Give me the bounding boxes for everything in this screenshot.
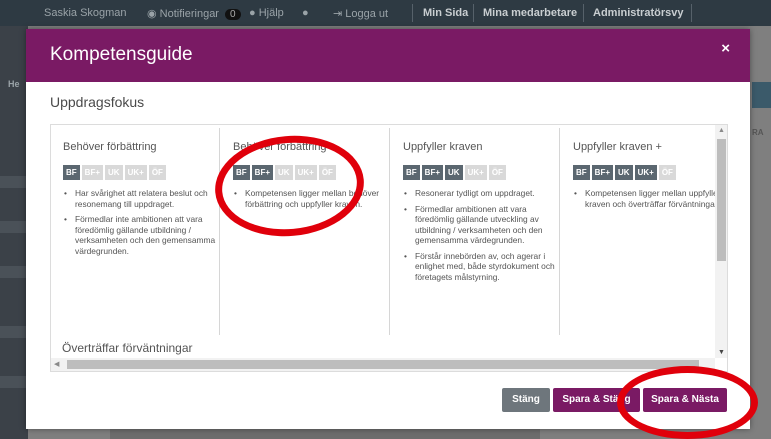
notifications-count-badge: 0 — [225, 9, 241, 20]
divider — [473, 4, 474, 22]
rating-column-bf: Behöver förbättring BFBF+UKUK+ÖF Har svå… — [51, 128, 220, 335]
logout-label: Logga ut — [345, 8, 389, 20]
scroll-up-icon[interactable]: ▲ — [718, 127, 725, 134]
list-item: Förstår innebörden av, och agerar i enli… — [403, 251, 559, 283]
left-sidebar: He — [0, 26, 28, 439]
sidebar-item[interactable] — [0, 376, 28, 388]
horizontal-scrollbar[interactable]: ◀ — [51, 358, 715, 371]
list-item: Resonerar tydligt om uppdraget. — [403, 188, 559, 199]
list-item: Förmedlar inte ambitionen att vara föred… — [63, 214, 219, 256]
scroll-left-icon[interactable]: ◀ — [54, 360, 59, 368]
chip-bf-plus[interactable]: BF+ — [251, 165, 274, 180]
chip-bf[interactable]: BF — [63, 165, 80, 180]
chip-bf-plus[interactable]: BF+ — [421, 165, 444, 180]
chip-of[interactable]: ÖF — [488, 165, 506, 180]
modal-header: Kompetensguide × — [26, 29, 750, 82]
criteria-list: Resonerar tydligt om uppdraget. Förmedla… — [403, 188, 559, 287]
column-title: Behöver förbättring — [63, 141, 157, 153]
scroll-down-icon[interactable]: ▼ — [718, 349, 725, 356]
next-level-title: Överträffar förväntningar — [62, 341, 193, 355]
chip-bf-plus[interactable]: BF+ — [591, 165, 614, 180]
modal-title: Kompetensguide — [50, 44, 193, 65]
sidebar-tab[interactable]: He — [8, 79, 20, 89]
chip-uk-plus[interactable]: UK+ — [634, 165, 657, 180]
bell-icon: ◉ — [147, 8, 157, 20]
list-item: Har svårighet att relatera beslut och re… — [63, 188, 219, 209]
criteria-list: Har svårighet att relatera beslut och re… — [63, 188, 219, 261]
logout-link[interactable]: ⇥ Logga ut — [333, 7, 388, 20]
chip-uk[interactable]: UK — [275, 165, 293, 180]
list-item: Kompetensen ligger mellan uppfyller krav… — [573, 188, 723, 209]
help-link[interactable]: ● Hjälp — [249, 7, 284, 19]
close-button[interactable]: Stäng — [502, 388, 550, 412]
chip-of[interactable]: ÖF — [148, 165, 166, 180]
chip-uk[interactable]: UK — [615, 165, 633, 180]
my-colleagues-link[interactable]: Mina medarbetare — [483, 7, 577, 19]
chip-bf-plus[interactable]: BF+ — [81, 165, 104, 180]
list-item: Förmedlar ambitionen att vara föredömlig… — [403, 204, 559, 246]
rating-levels-panel: Behöver förbättring BFBF+UKUK+ÖF Har svå… — [50, 124, 728, 372]
column-title: Uppfyller kraven + — [573, 141, 662, 153]
sidebar-item[interactable] — [0, 266, 28, 278]
rating-column-uk-plus: Uppfyller kraven + BFBF+UKUK+ÖF Kompeten… — [561, 128, 727, 335]
sidebar-item[interactable] — [0, 221, 28, 233]
vertical-scrollbar[interactable]: ▲ ▼ — [715, 125, 727, 358]
divider — [583, 4, 584, 22]
rating-chips: BF BF+ UK UK+ ÖF — [403, 165, 508, 180]
divider — [691, 4, 692, 22]
list-item: Kompetensen ligger mellan behöver förbät… — [233, 188, 389, 209]
section-title: Uppdragsfokus — [50, 94, 145, 110]
rating-column-uk: Uppfyller kraven BFBF+UKUK+ÖF Resonerar … — [391, 128, 560, 335]
chip-of[interactable]: ÖF — [318, 165, 336, 180]
help-icon: ● — [249, 7, 256, 19]
background-row — [110, 428, 540, 439]
divider — [412, 4, 413, 22]
chip-uk-plus[interactable]: UK+ — [294, 165, 317, 180]
settings-icon[interactable]: ● — [302, 7, 309, 19]
rating-chips: BF BF+ UK UK+ ÖF — [573, 165, 678, 180]
scrollbar-thumb[interactable] — [67, 360, 699, 369]
rating-chips: BF BF+ UK UK+ ÖF — [233, 165, 338, 180]
logout-icon: ⇥ — [333, 8, 343, 20]
background-label: RA — [752, 128, 764, 137]
chip-uk[interactable]: UK — [105, 165, 123, 180]
notifications-label: Notifieringar — [159, 8, 219, 20]
column-title: Uppfyller kraven — [403, 141, 483, 153]
my-page-link[interactable]: Min Sida — [423, 7, 468, 19]
save-next-button[interactable]: Spara & Nästa — [643, 388, 727, 412]
top-navigation-bar: Saskia Skogman ◉ Notifieringar 0 ● Hjälp… — [0, 0, 771, 26]
admin-view-link[interactable]: Administratörsvy — [593, 7, 683, 19]
help-label: Hjälp — [258, 7, 284, 19]
save-close-button[interactable]: Spara & Stäng — [553, 388, 640, 412]
chip-uk-plus[interactable]: UK+ — [124, 165, 147, 180]
chip-bf[interactable]: BF — [403, 165, 420, 180]
competence-guide-modal: Kompetensguide × Uppdragsfokus Behöver f… — [26, 29, 750, 429]
chip-uk[interactable]: UK — [445, 165, 463, 180]
user-name[interactable]: Saskia Skogman — [44, 7, 127, 19]
sidebar-item[interactable] — [0, 326, 28, 338]
scrollbar-thumb[interactable] — [717, 139, 726, 261]
chip-bf[interactable]: BF — [573, 165, 590, 180]
notifications-link[interactable]: ◉ Notifieringar 0 — [147, 7, 241, 20]
background-panel-tab — [752, 82, 771, 108]
rating-column-bf-plus: Behöver förbättring + BFBF+UKUK+ÖF Kompe… — [221, 128, 390, 335]
column-title: Behöver förbättring + — [233, 141, 337, 153]
sidebar-item[interactable] — [0, 176, 28, 188]
chip-of[interactable]: ÖF — [658, 165, 676, 180]
rating-chips: BF BF+ UK UK+ ÖF — [63, 165, 168, 180]
criteria-list: Kompetensen ligger mellan behöver förbät… — [233, 188, 389, 214]
chip-bf[interactable]: BF — [233, 165, 250, 180]
chip-uk-plus[interactable]: UK+ — [464, 165, 487, 180]
criteria-list: Kompetensen ligger mellan uppfyller krav… — [573, 188, 723, 214]
close-icon[interactable]: × — [721, 40, 730, 57]
